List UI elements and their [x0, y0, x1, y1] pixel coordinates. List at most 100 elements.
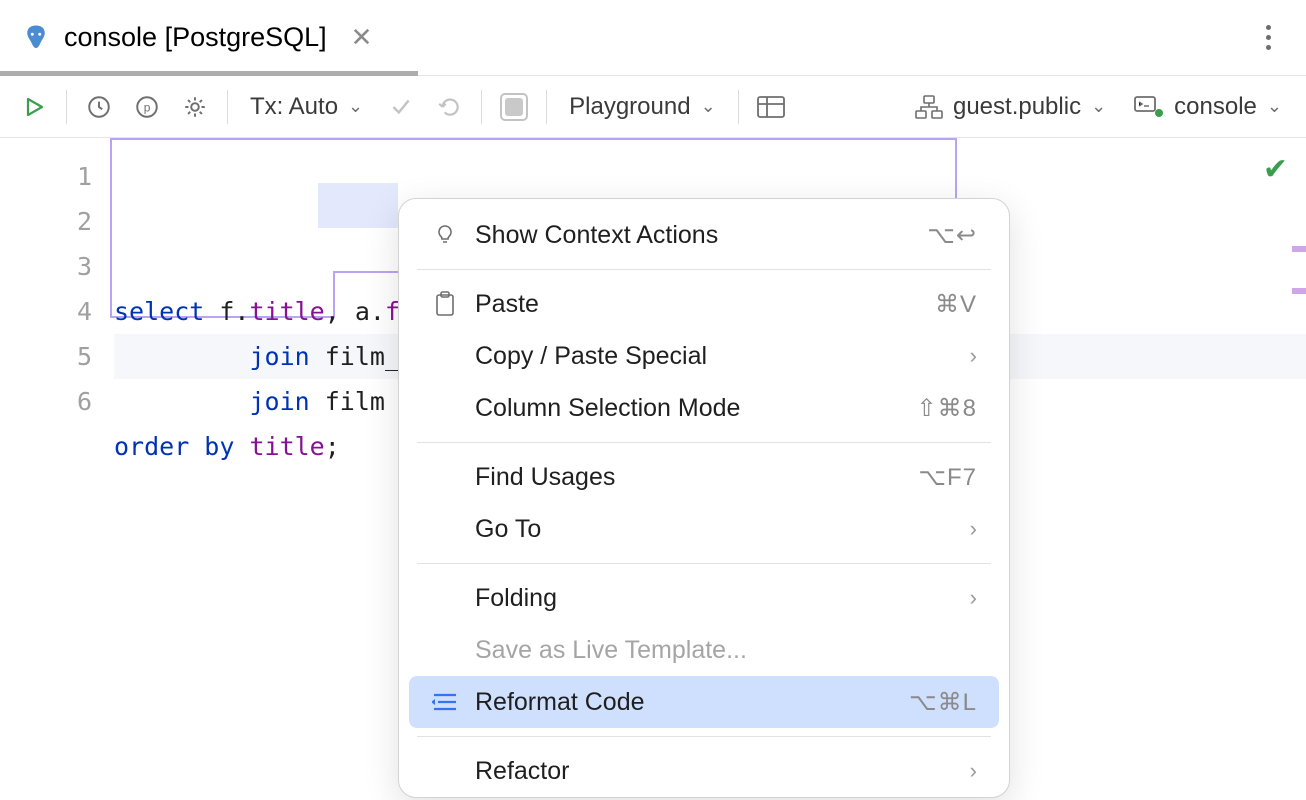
schema-selector[interactable]: guest.public ⌄: [905, 87, 1116, 127]
commit-icon[interactable]: [381, 87, 421, 127]
svg-text:p: p: [144, 100, 151, 114]
bulb-icon: [431, 221, 459, 249]
shortcut: ⌥↩: [927, 221, 977, 250]
menu-item-copy-paste-special[interactable]: Copy / Paste Special ›: [409, 330, 999, 382]
submenu-arrow-icon: ›: [970, 585, 977, 611]
gutter: 123456: [0, 138, 110, 800]
inspection-ok-icon[interactable]: ✔: [1263, 152, 1288, 187]
token: film_: [325, 342, 400, 371]
menu-item-label: Column Selection Mode: [475, 394, 901, 423]
clipboard-icon: [431, 290, 459, 318]
blank-icon: [431, 342, 459, 370]
line-number: 3: [0, 244, 92, 289]
menu-item-find-usages[interactable]: Find Usages ⌥F7: [409, 451, 999, 503]
menu-item-label: Show Context Actions: [475, 221, 911, 250]
separator: [66, 90, 67, 124]
separator: [227, 90, 228, 124]
schema-label: guest.public: [953, 93, 1081, 121]
tab-underline: [0, 71, 418, 76]
shortcut: ⌥F7: [918, 463, 977, 492]
blank-icon: [431, 636, 459, 664]
postgres-icon: [20, 22, 52, 54]
submenu-arrow-icon: ›: [970, 758, 977, 784]
menu-item-label: Go To: [475, 515, 954, 544]
menu-item-label: Refactor: [475, 757, 954, 786]
token: select: [114, 297, 219, 326]
menu-separator: [417, 442, 991, 443]
close-icon[interactable]: ✕: [351, 22, 373, 53]
stop-button[interactable]: [494, 87, 534, 127]
menu-item-label: Reformat Code: [475, 688, 893, 717]
line-number: 6: [0, 379, 92, 424]
token: film: [325, 387, 400, 416]
menu-item-label: Save as Live Template...: [475, 636, 977, 665]
blank-icon: [431, 584, 459, 612]
menu-item-label: Paste: [475, 290, 919, 319]
history-icon[interactable]: [79, 87, 119, 127]
line-number: 1: [0, 154, 92, 199]
run-button[interactable]: [14, 87, 54, 127]
menu-item-label: Find Usages: [475, 463, 902, 492]
menu-item-refactor[interactable]: Refactor ›: [409, 745, 999, 797]
chevron-down-icon: ⌄: [701, 96, 716, 117]
blank-icon: [431, 394, 459, 422]
menu-item-paste[interactable]: Paste ⌘V: [409, 278, 999, 330]
menu-item-show-context-actions[interactable]: Show Context Actions ⌥↩: [409, 209, 999, 261]
context-menu: Show Context Actions ⌥↩ Paste ⌘V Copy / Past…: [398, 198, 1010, 798]
p-icon[interactable]: p: [127, 87, 167, 127]
console-label: console: [1174, 93, 1257, 121]
line-number: 5: [0, 334, 92, 379]
menu-item-label: Folding: [475, 584, 954, 613]
token: title: [249, 432, 324, 461]
submenu-arrow-icon: ›: [970, 343, 977, 369]
sql-toolbar: p Tx: Auto ⌄ Playground ⌄ guest.public ⌄…: [0, 76, 1306, 138]
separator: [738, 90, 739, 124]
token: join: [249, 342, 324, 371]
submenu-arrow-icon: ›: [970, 516, 977, 542]
schema-icon: [915, 95, 943, 119]
shortcut: ⇧⌘8: [917, 394, 977, 423]
menu-item-go-to[interactable]: Go To ›: [409, 503, 999, 555]
token: ;: [325, 432, 340, 461]
menu-item-reformat-code[interactable]: Reformat Code ⌥⌘L: [409, 676, 999, 728]
tx-mode-selector[interactable]: Tx: Auto ⌄: [240, 87, 373, 127]
console-selector[interactable]: console ⌄: [1124, 87, 1292, 127]
token: order by: [114, 432, 249, 461]
reformat-icon: [431, 688, 459, 716]
shortcut: ⌥⌘L: [909, 688, 977, 717]
blank-icon: [431, 515, 459, 543]
tx-label: Tx: Auto: [250, 93, 338, 121]
blank-icon: [431, 757, 459, 785]
gear-icon[interactable]: [175, 87, 215, 127]
editor-tab[interactable]: console [PostgreSQL] ✕: [0, 0, 392, 75]
token: title: [249, 297, 324, 326]
right-gutter: [1292, 138, 1306, 800]
line-number: 2: [0, 199, 92, 244]
more-icon[interactable]: [1254, 24, 1282, 52]
shortcut: ⌘V: [935, 290, 977, 319]
line-number: 4: [0, 289, 92, 334]
token: , a.: [325, 297, 385, 326]
playground-label: Playground: [569, 93, 690, 121]
separator: [481, 90, 482, 124]
menu-item-label: Copy / Paste Special: [475, 342, 954, 371]
menu-separator: [417, 736, 991, 737]
tab-title: console [PostgreSQL]: [64, 22, 327, 53]
switch-view-icon[interactable]: [751, 87, 791, 127]
chevron-down-icon: ⌄: [1091, 96, 1106, 117]
datasource-icon: [1134, 96, 1164, 118]
menu-separator: [417, 563, 991, 564]
menu-item-save-as-live-template: Save as Live Template...: [409, 624, 999, 676]
blank-icon: [431, 463, 459, 491]
chevron-down-icon: ⌄: [1267, 96, 1282, 117]
chevron-down-icon: ⌄: [348, 96, 363, 117]
token: join: [249, 387, 324, 416]
separator: [546, 90, 547, 124]
menu-item-folding[interactable]: Folding ›: [409, 572, 999, 624]
menu-separator: [417, 269, 991, 270]
playground-selector[interactable]: Playground ⌄: [559, 87, 726, 127]
token: f.: [219, 297, 249, 326]
menu-item-column-selection-mode[interactable]: Column Selection Mode ⇧⌘8: [409, 382, 999, 434]
tab-bar: console [PostgreSQL] ✕: [0, 0, 1306, 76]
rollback-icon[interactable]: [429, 87, 469, 127]
